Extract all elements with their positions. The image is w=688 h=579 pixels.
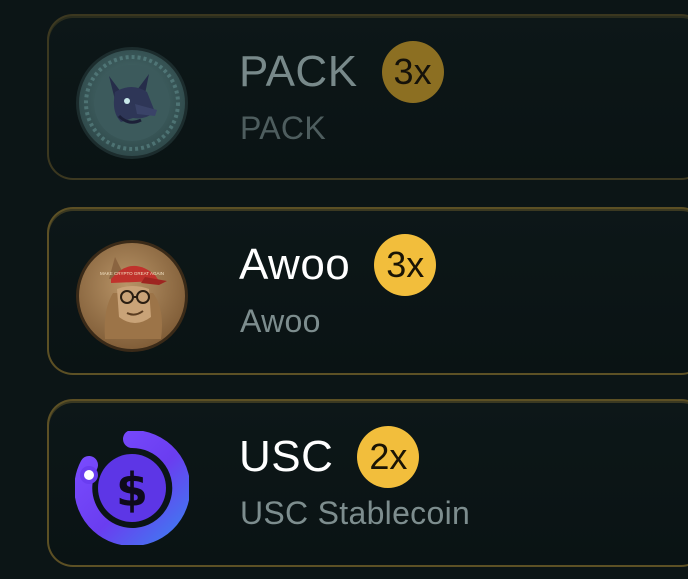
token-name: USC (239, 432, 334, 481)
token-card-usc[interactable]: $ USC 2x USC Stablecoin (47, 399, 688, 567)
token-subtitle: Awoo (240, 303, 321, 339)
token-name-row: PACK 3x (239, 41, 444, 103)
token-list: PACK 3x PACK MAKE CRYPTO GREAT AGAIN Awo… (0, 0, 688, 579)
token-name: PACK (239, 47, 358, 96)
token-subtitle: PACK (240, 110, 326, 146)
token-card-pack[interactable]: PACK 3x PACK (47, 14, 688, 180)
token-name-row: USC 2x (239, 426, 420, 488)
multiplier-badge: 2x (357, 426, 420, 488)
multiplier-badge: 3x (374, 234, 437, 296)
token-subtitle: USC Stablecoin (240, 495, 471, 531)
token-card-awoo[interactable]: MAKE CRYPTO GREAT AGAIN Awoo 3x Awoo (47, 207, 688, 375)
multiplier-badge: 3x (381, 41, 444, 103)
cap-text: MAKE CRYPTO GREAT AGAIN (100, 271, 164, 276)
token-name-row: Awoo 3x (239, 234, 437, 296)
token-name: Awoo (239, 240, 351, 289)
usc-dollar-icon: $ (75, 431, 189, 545)
awoo-coin-icon: MAKE CRYPTO GREAT AGAIN (75, 239, 189, 353)
wolf-coin-icon (75, 46, 189, 160)
svg-text:$: $ (116, 463, 148, 517)
